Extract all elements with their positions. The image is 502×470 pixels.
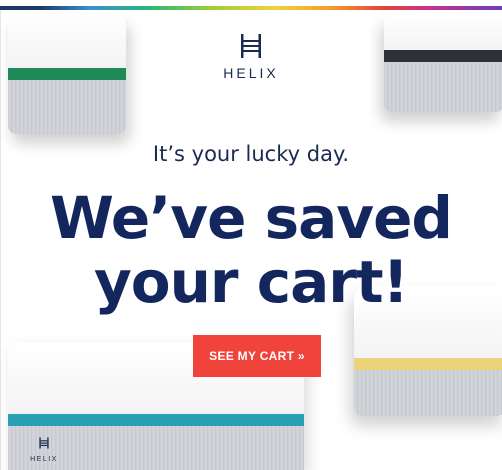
mattress-black-image bbox=[384, 14, 502, 112]
helix-logo[interactable]: HELIX bbox=[211, 33, 291, 81]
rainbow-stripe bbox=[0, 6, 502, 10]
helix-h-icon bbox=[241, 34, 261, 58]
subheading: It’s your lucky day. bbox=[152, 142, 350, 166]
email-banner: HELIX It’s your lucky day. We’ve saved y… bbox=[0, 0, 502, 470]
headline-line-1: We’ve saved bbox=[50, 184, 453, 252]
helix-h-small-icon bbox=[39, 437, 49, 449]
footer-brand-name: HELIX bbox=[30, 456, 58, 463]
brand-name: HELIX bbox=[223, 65, 279, 81]
mattress-green-image bbox=[8, 14, 126, 134]
headline: We’ve saved your cart! bbox=[0, 186, 502, 314]
see-my-cart-button[interactable]: SEE MY CART » bbox=[193, 335, 321, 377]
headline-line-2: your cart! bbox=[93, 248, 409, 316]
footer-helix-logo[interactable]: HELIX bbox=[28, 436, 60, 463]
